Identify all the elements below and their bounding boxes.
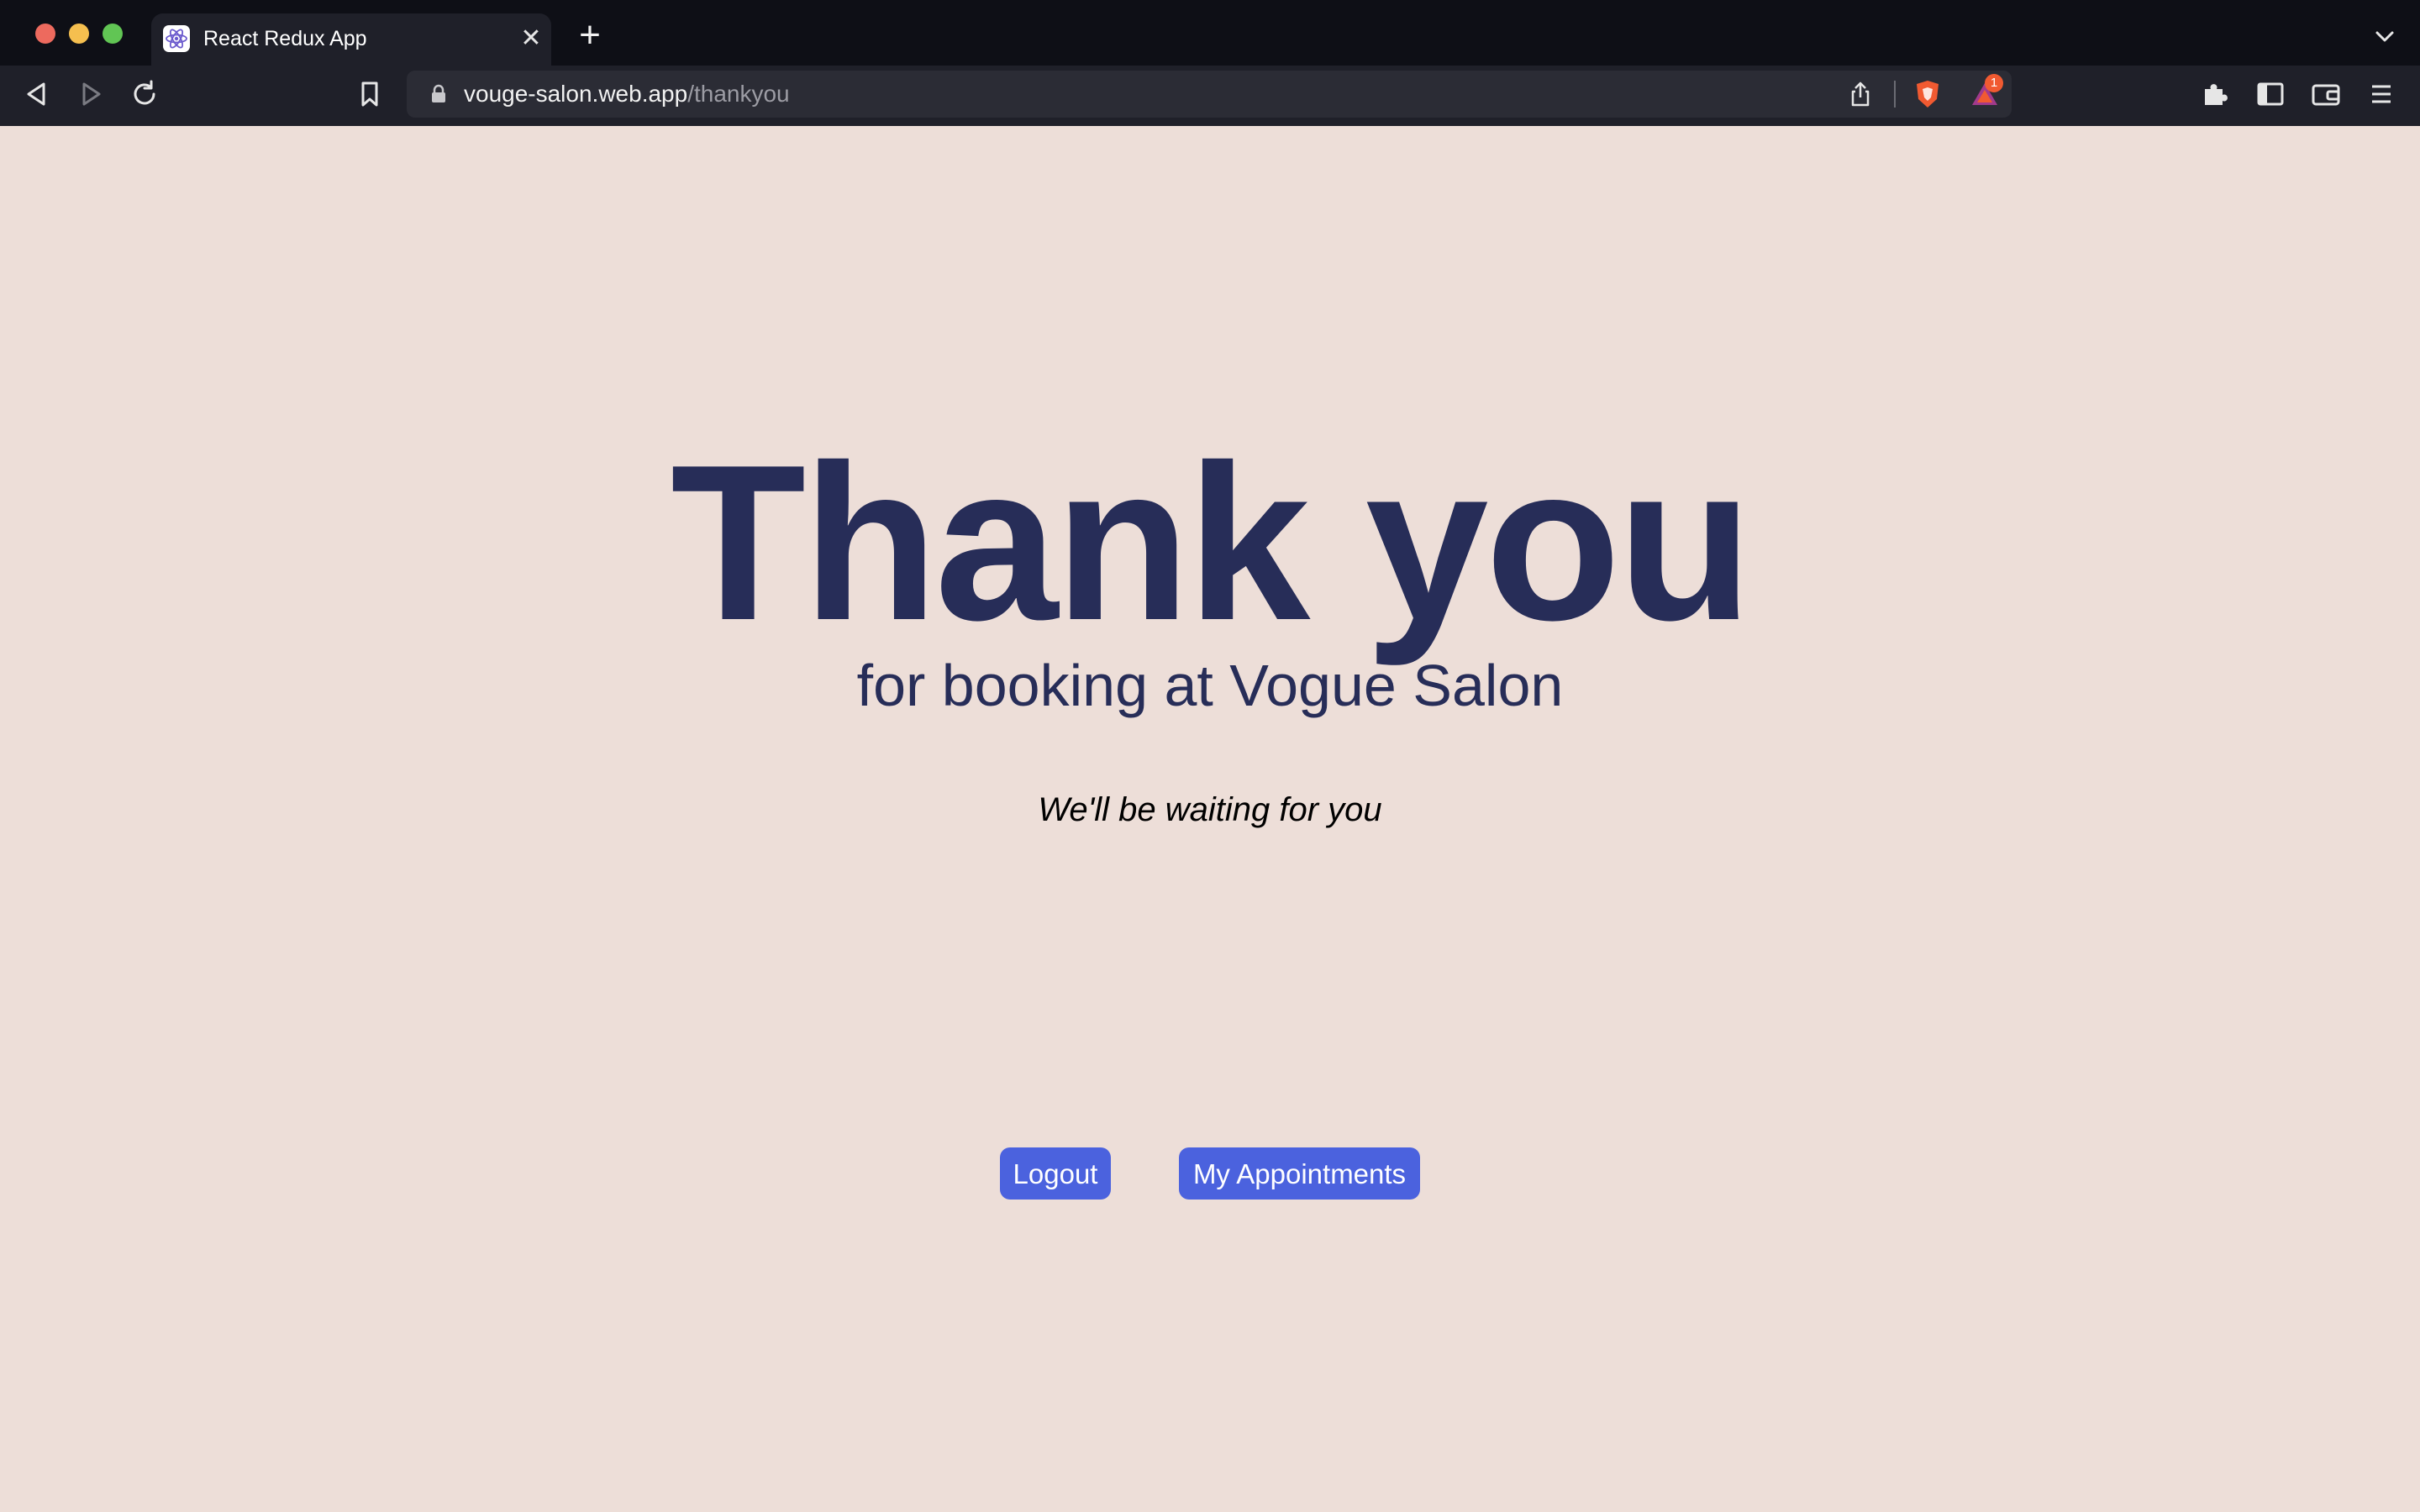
browser-chrome: React Redux App ✕ + vouge-salon.web.app/… bbox=[0, 0, 2420, 126]
address-bar[interactable]: vouge-salon.web.app/thankyou 1 bbox=[407, 71, 2012, 118]
page-subtitle: for booking at Vogue Salon bbox=[856, 653, 1564, 718]
minimize-window-button[interactable] bbox=[69, 24, 89, 44]
sidebar-icon[interactable] bbox=[2252, 76, 2289, 113]
wallet-icon[interactable] bbox=[2307, 76, 2344, 113]
browser-tab[interactable]: React Redux App ✕ bbox=[151, 13, 551, 66]
tagline: We'll be waiting for you bbox=[1038, 791, 1382, 828]
url-host: vouge-salon.web.app bbox=[464, 81, 688, 107]
brave-shields-icon[interactable] bbox=[1911, 77, 1944, 111]
new-tab-icon[interactable]: + bbox=[571, 17, 608, 54]
maximize-window-button[interactable] bbox=[103, 24, 123, 44]
menu-icon[interactable] bbox=[2363, 76, 2400, 113]
lock-icon bbox=[427, 82, 450, 106]
reload-icon[interactable] bbox=[126, 76, 163, 113]
logout-button[interactable]: Logout bbox=[1000, 1147, 1111, 1200]
tab-title: React Redux App bbox=[203, 27, 367, 50]
address-bar-divider bbox=[1894, 81, 1896, 108]
share-icon[interactable] bbox=[1845, 79, 1876, 109]
tab-list-chevron-icon[interactable] bbox=[2368, 20, 2402, 54]
tab-strip: React Redux App ✕ + bbox=[0, 0, 2420, 66]
extensions-icon[interactable] bbox=[2196, 76, 2233, 113]
forward-icon[interactable] bbox=[72, 76, 109, 113]
react-favicon-icon bbox=[163, 25, 190, 52]
back-icon[interactable] bbox=[18, 76, 55, 113]
rewards-badge: 1 bbox=[1985, 74, 2003, 92]
url-text: vouge-salon.web.app/thankyou bbox=[464, 81, 790, 108]
close-window-button[interactable] bbox=[35, 24, 55, 44]
url-path: /thankyou bbox=[687, 81, 790, 107]
page-content: Thank you for booking at Vogue Salon We'… bbox=[0, 126, 2420, 1512]
bookmark-icon[interactable] bbox=[351, 76, 388, 113]
my-appointments-button[interactable]: My Appointments bbox=[1179, 1147, 1420, 1200]
close-tab-icon[interactable]: ✕ bbox=[518, 25, 544, 52]
page-title: Thank you bbox=[670, 418, 1753, 666]
